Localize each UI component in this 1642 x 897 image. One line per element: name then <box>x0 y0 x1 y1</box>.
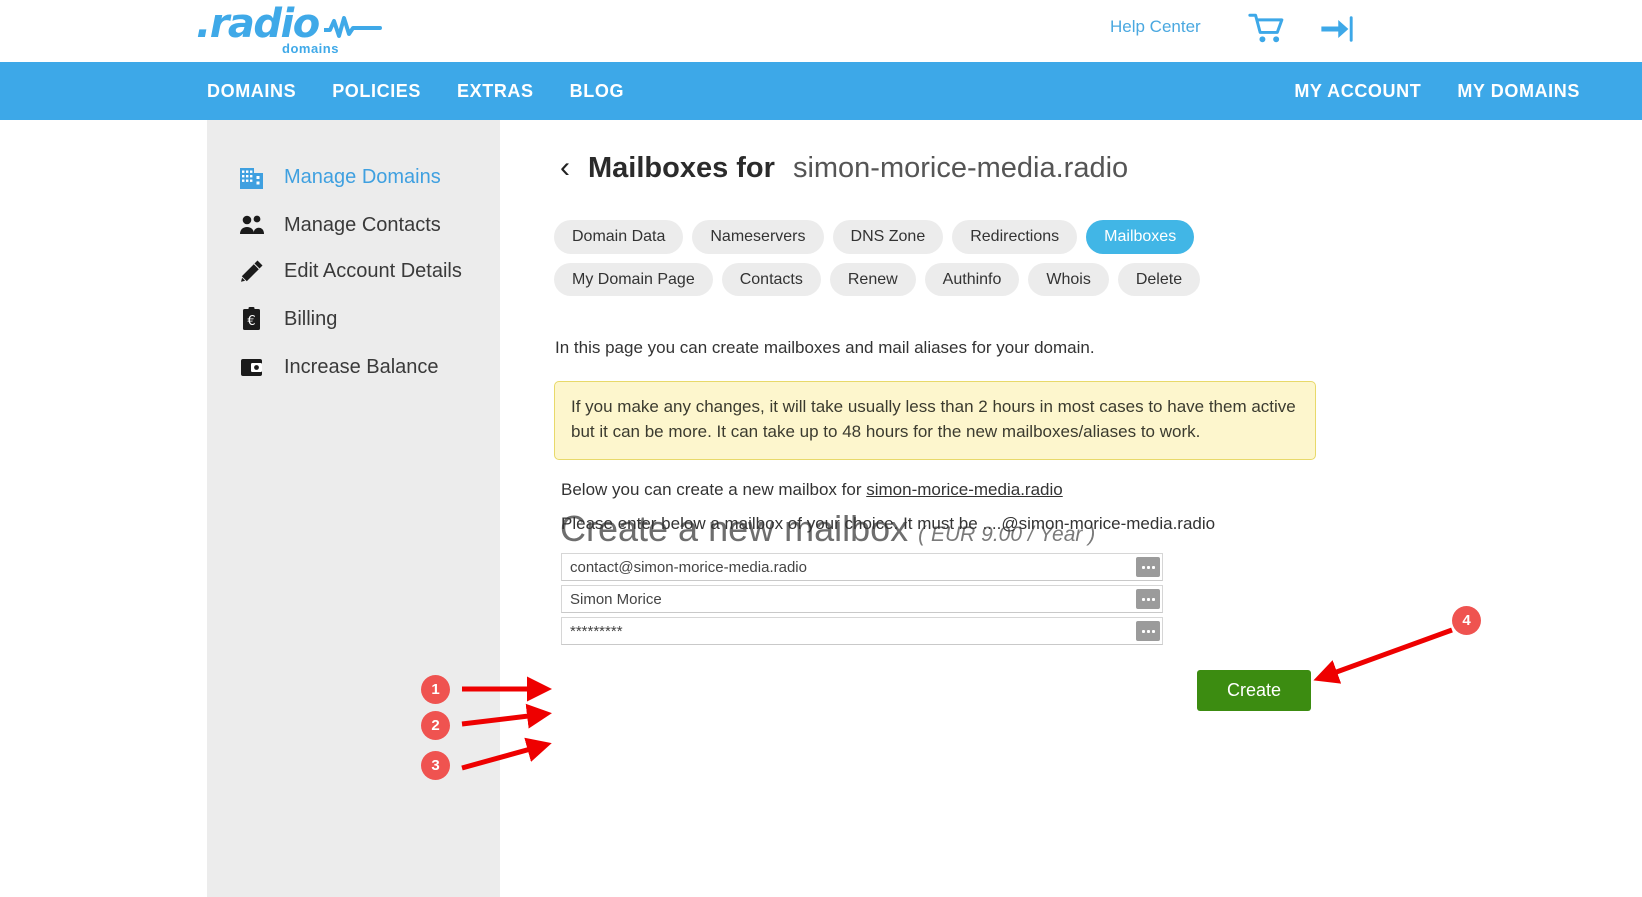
sub-line-1-domain-link[interactable]: simon-morice-media.radio <box>866 480 1063 499</box>
help-center-link[interactable]: Help Center <box>1110 17 1201 37</box>
wallet-icon <box>237 352 267 382</box>
sub-line-2: Please enter below a mailbox of your cho… <box>561 514 1216 533</box>
info-notice-text: If you make any changes, it will take us… <box>571 397 1296 441</box>
sidebar-item-label: Manage Domains <box>284 165 441 188</box>
name-input[interactable] <box>562 586 1136 612</box>
sidebar-item-label: Billing <box>284 307 338 330</box>
info-notice-box: If you make any changes, it will take us… <box>554 381 1316 461</box>
sidebar-item-edit-account-details[interactable]: Edit Account Details <box>237 254 462 288</box>
create-mailbox-form <box>561 553 1163 649</box>
sidebar-item-manage-contacts[interactable]: Manage Contacts <box>237 208 441 242</box>
tab-domain-data[interactable]: Domain Data <box>554 220 684 254</box>
page-root: .radio domains Help Center DOMAINS POLIC… <box>0 0 1642 897</box>
people-icon <box>237 210 267 240</box>
tab-contacts[interactable]: Contacts <box>721 262 821 297</box>
password-input[interactable] <box>562 618 1136 644</box>
nav-item-my-domains[interactable]: MY DOMAINS <box>1457 81 1580 102</box>
autofill-dots-icon[interactable] <box>1136 621 1160 641</box>
autofill-dots-icon[interactable] <box>1136 589 1160 609</box>
tab-authinfo[interactable]: Authinfo <box>924 262 1020 297</box>
sidebar: Manage Domains Manage Contacts Edit Acco… <box>207 120 500 897</box>
name-field-row <box>561 585 1163 613</box>
euro-clipboard-icon: € <box>237 304 267 334</box>
pencil-icon <box>237 256 267 286</box>
main-content: ‹ Mailboxes for simon-morice-media.radio… <box>500 120 1642 897</box>
page-title-domain: simon-morice-media.radio <box>792 152 1129 184</box>
tab-bar: Domain Data Nameservers DNS Zone Redirec… <box>554 220 1354 297</box>
tab-renew[interactable]: Renew <box>829 262 916 297</box>
page-title-row: ‹ Mailboxes for simon-morice-media.radio <box>560 152 1128 185</box>
logo-wordmark: .radio <box>196 1 320 47</box>
nav-item-domains[interactable]: DOMAINS <box>207 81 296 102</box>
building-icon <box>237 162 267 192</box>
tab-mailboxes[interactable]: Mailboxes <box>1086 220 1195 254</box>
mailbox-input[interactable] <box>562 554 1136 580</box>
tab-nameservers[interactable]: Nameservers <box>692 220 824 254</box>
sidebar-item-label: Edit Account Details <box>284 259 462 282</box>
sidebar-item-manage-domains[interactable]: Manage Domains <box>237 160 441 194</box>
create-button[interactable]: Create <box>1197 670 1312 711</box>
nav-item-policies[interactable]: POLICIES <box>332 81 421 102</box>
login-arrow-icon[interactable] <box>1318 13 1354 45</box>
nav-item-blog[interactable]: BLOG <box>570 81 624 102</box>
tab-delete[interactable]: Delete <box>1117 262 1201 297</box>
nav-left-group: DOMAINS POLICIES EXTRAS BLOG <box>207 62 624 120</box>
autofill-dots-icon[interactable] <box>1136 557 1160 577</box>
tab-redirections[interactable]: Redirections <box>952 220 1078 254</box>
nav-right-group: MY ACCOUNT MY DOMAINS <box>1294 62 1642 120</box>
logo-subtitle: domains <box>282 41 339 56</box>
svg-text:€: € <box>247 314 255 329</box>
sidebar-item-billing[interactable]: € Billing <box>237 302 337 336</box>
site-logo[interactable]: .radio domains <box>196 1 382 56</box>
main-navbar: DOMAINS POLICIES EXTRAS BLOG MY ACCOUNT … <box>0 62 1642 120</box>
nav-item-extras[interactable]: EXTRAS <box>457 81 534 102</box>
tab-dns-zone[interactable]: DNS Zone <box>832 220 944 254</box>
password-field-row <box>561 617 1163 645</box>
tab-my-domain-page[interactable]: My Domain Page <box>554 262 713 297</box>
sidebar-item-label: Increase Balance <box>284 355 439 378</box>
top-header: .radio domains Help Center <box>0 0 1642 62</box>
intro-text: In this page you can create mailboxes an… <box>555 338 1095 357</box>
sub-line-1-prefix: Below you can create a new mailbox for <box>561 480 867 499</box>
tab-whois[interactable]: Whois <box>1028 262 1109 297</box>
nav-item-my-account[interactable]: MY ACCOUNT <box>1294 81 1421 102</box>
sidebar-item-increase-balance[interactable]: Increase Balance <box>237 350 439 384</box>
radio-wave-icon <box>324 16 382 38</box>
mailbox-field-row <box>561 553 1163 581</box>
sidebar-item-label: Manage Contacts <box>284 213 441 236</box>
page-title: Mailboxes for <box>588 152 775 184</box>
cart-icon[interactable] <box>1248 13 1286 45</box>
sub-line-1: Below you can create a new mailbox for s… <box>561 480 1063 500</box>
back-chevron-icon[interactable]: ‹ <box>560 153 570 183</box>
